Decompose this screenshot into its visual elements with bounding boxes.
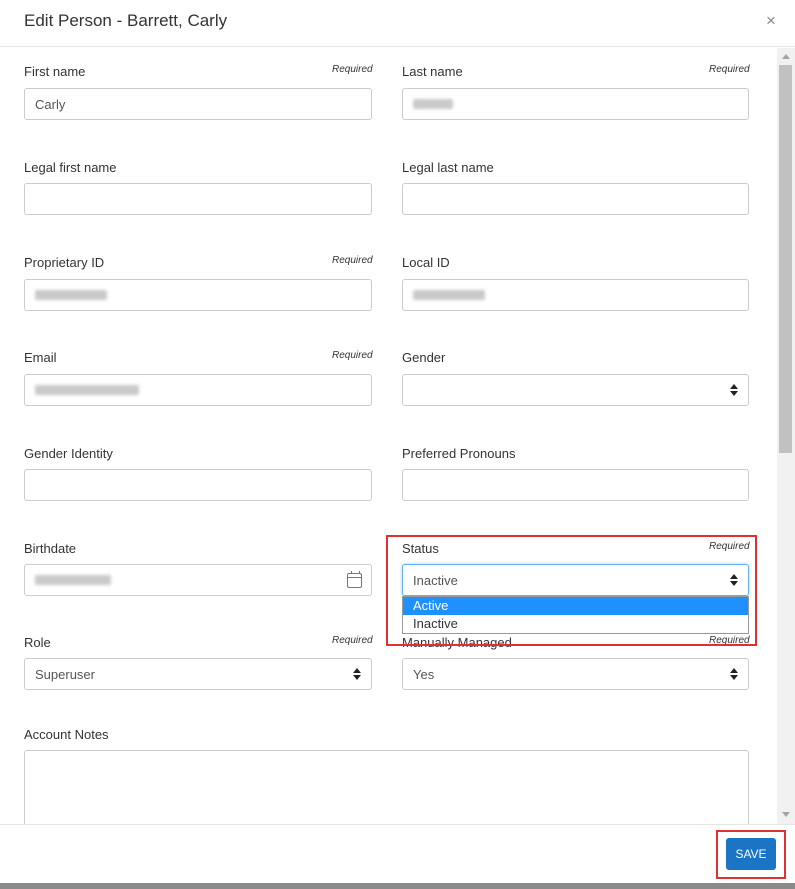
- calendar-icon[interactable]: [347, 571, 362, 588]
- last-name-label: Last name: [402, 64, 463, 79]
- redacted-value: [413, 290, 485, 300]
- legal-last-name-label: Legal last name: [402, 160, 494, 175]
- role-label: Role: [24, 635, 51, 650]
- email-label: Email: [24, 350, 57, 365]
- account-notes-label: Account Notes: [24, 727, 109, 742]
- birthdate-input[interactable]: [24, 564, 372, 596]
- manually-managed-value: Yes: [413, 667, 435, 682]
- preferred-pronouns-input[interactable]: [402, 469, 749, 501]
- role-select[interactable]: Superuser: [24, 658, 372, 690]
- dialog-body: [0, 48, 777, 824]
- gender-identity-input[interactable]: [24, 469, 372, 501]
- first-name-required: Required: [332, 64, 373, 75]
- dialog-header: Edit Person - Barrett, Carly ×: [0, 0, 795, 47]
- first-name-input[interactable]: Carly: [24, 88, 372, 120]
- birthdate-label: Birthdate: [24, 541, 77, 556]
- manually-managed-select[interactable]: Yes: [402, 658, 749, 690]
- legal-first-name-input[interactable]: [24, 183, 372, 215]
- dialog-footer: [0, 824, 795, 883]
- dialog-title: Edit Person - Barrett, Carly: [24, 11, 228, 30]
- bottom-bar: [0, 883, 795, 889]
- email-required: Required: [332, 350, 373, 361]
- first-name-value: Carly: [35, 97, 66, 112]
- scroll-down-arrow-icon[interactable]: [782, 812, 790, 817]
- select-arrows-icon: [730, 668, 738, 680]
- local-id-label: Local ID: [402, 255, 450, 270]
- proprietary-id-label: Proprietary ID: [24, 255, 105, 270]
- status-highlight-box: [386, 535, 757, 646]
- close-icon[interactable]: ×: [766, 11, 776, 31]
- select-arrows-icon: [730, 384, 738, 396]
- gender-label: Gender: [402, 350, 446, 365]
- save-highlight-box: [716, 830, 786, 879]
- legal-last-name-input[interactable]: [402, 183, 749, 215]
- last-name-input[interactable]: [402, 88, 749, 120]
- role-value: Superuser: [35, 667, 95, 682]
- select-arrows-icon: [353, 668, 361, 680]
- scroll-up-arrow-icon[interactable]: [782, 54, 790, 59]
- redacted-value: [35, 575, 111, 585]
- last-name-required: Required: [709, 64, 750, 75]
- scrollbar[interactable]: [777, 48, 795, 824]
- gender-identity-label: Gender Identity: [24, 446, 113, 461]
- edit-person-dialog: Edit Person - Barrett, Carly × First nam…: [0, 0, 795, 889]
- role-required: Required: [332, 635, 373, 646]
- redacted-value: [413, 99, 453, 109]
- preferred-pronouns-label: Preferred Pronouns: [402, 446, 516, 461]
- proprietary-id-input[interactable]: [24, 279, 372, 311]
- gender-select[interactable]: [402, 374, 749, 406]
- redacted-value: [35, 290, 107, 300]
- first-name-label: First name: [24, 64, 86, 79]
- redacted-value: [35, 385, 139, 395]
- local-id-input[interactable]: [402, 279, 749, 311]
- scrollbar-thumb[interactable]: [779, 65, 792, 453]
- legal-first-name-label: Legal first name: [24, 160, 117, 175]
- email-input[interactable]: [24, 374, 372, 406]
- proprietary-id-required: Required: [332, 255, 373, 266]
